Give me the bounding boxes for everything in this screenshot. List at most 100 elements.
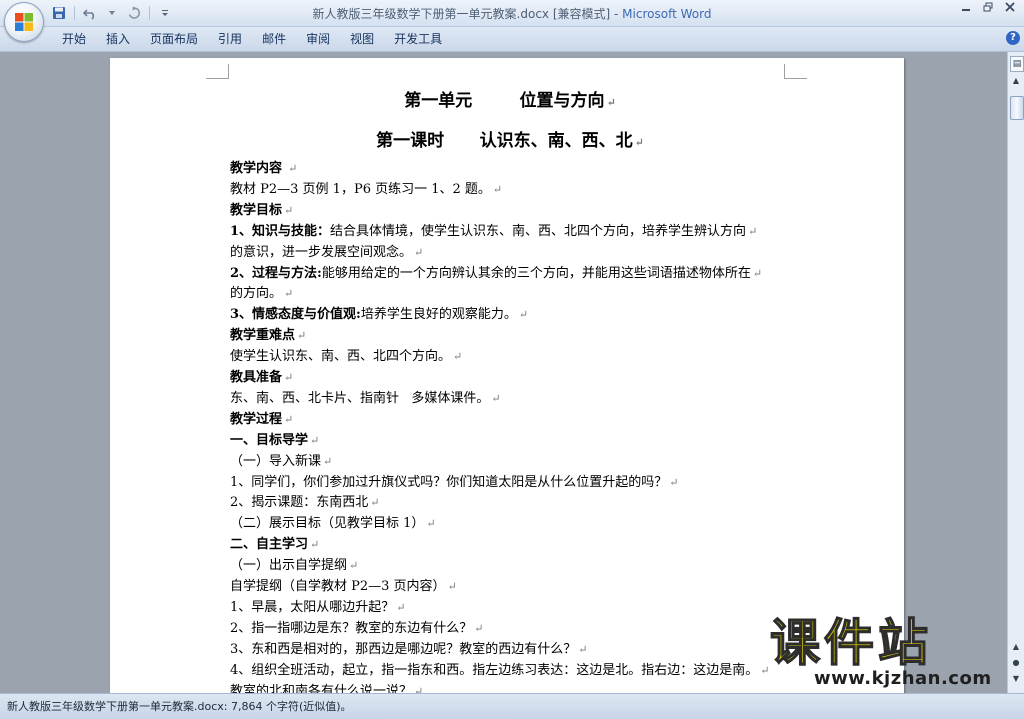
paragraph-mark-icon: ↵ — [606, 96, 616, 109]
scroll-thumb[interactable] — [1010, 96, 1024, 120]
line-heading: 一、目标导学 — [230, 432, 309, 448]
document-line: 1、早晨，太阳从哪边升起？ ↵ — [230, 598, 406, 618]
paragraph-mark-icon: ↵ — [284, 412, 294, 426]
document-line: 一、目标导学 ↵ — [230, 431, 319, 451]
toolbar-separator — [149, 6, 150, 20]
minimize-icon[interactable] — [958, 2, 974, 16]
paragraph-mark-icon: ↵ — [453, 350, 463, 364]
document-line: 4、组织全班活动，起立，指一指东和西。指左边练习表达：这边是北。指右边：这边是南… — [230, 661, 770, 681]
paragraph-mark-icon: ↵ — [370, 496, 380, 510]
paragraph-mark-icon: ↵ — [634, 136, 644, 149]
ribbon-tabs: 开始 插入 页面布局 引用 邮件 审阅 视图 开发工具 — [52, 27, 452, 51]
lesson-title: 第一课时 认识东、南、西、北 ↵ — [230, 126, 790, 151]
document-line: 教学目标 ↵ — [230, 201, 293, 221]
document-workspace[interactable]: 第一单元 位置与方向 ↵ 第一课时 认识东、南、西、北 ↵ 教学内容 ↵ 教材 P2—… — [0, 52, 1007, 693]
document-line: 教学重难点 ↵ — [230, 326, 306, 346]
paragraph-mark-icon: ↵ — [396, 600, 406, 614]
view-ruler-icon[interactable]: ▤ — [1010, 56, 1024, 72]
restore-icon[interactable] — [980, 2, 996, 16]
line-heading: 教学过程 — [230, 411, 283, 427]
line-heading: 1、知识与技能： — [230, 223, 331, 239]
paragraph-mark-icon: ↵ — [748, 224, 758, 238]
document-line: 教学过程 ↵ — [230, 410, 293, 430]
document-line: 1、知识与技能：结合具体情境，使学生认识东、南、西、北四个方向，培养学生辨认方向… — [230, 222, 757, 242]
next-page-icon[interactable]: ▼ — [1010, 674, 1022, 686]
paragraph-mark-icon: ↵ — [578, 642, 588, 656]
document-line: 1、同学们，你们参加过升旗仪式吗？你们知道太阳是从什么位置升起的吗？ ↵ — [230, 473, 679, 493]
undo-icon[interactable] — [81, 4, 99, 22]
vertical-scrollbar[interactable]: ▤ ▲ ▲ ● ▼ — [1007, 52, 1024, 693]
line-text: （一）出示自学提纲 — [230, 558, 348, 574]
crop-mark-top-right — [784, 64, 807, 79]
line-heading: 教学内容 — [230, 161, 283, 176]
document-page[interactable]: 第一单元 位置与方向 ↵ 第一课时 认识东、南、西、北 ↵ 教学内容 ↵ 教材 P2—… — [110, 58, 904, 693]
line-text: 2、揭示课题：东南西北 — [230, 495, 369, 511]
save-icon[interactable] — [50, 4, 68, 22]
document-line: 教室的北和南各有什么说一说？ ↵ — [230, 682, 423, 694]
ribbon: 开始 插入 页面布局 引用 邮件 审阅 视图 开发工具 ? — [0, 27, 1024, 52]
paragraph-mark-icon: ↵ — [518, 308, 529, 322]
paragraph-mark-icon: ↵ — [297, 329, 307, 343]
paragraph-mark-icon: ↵ — [492, 182, 503, 196]
paragraph-mark-icon: ↵ — [669, 475, 679, 489]
line-text: 4、组织全班活动，起立，指一指东和西。指左边练习表达：这边是北。指右边：这边是南… — [230, 662, 759, 678]
line-text: 1、同学们，你们参加过升旗仪式吗？你们知道太阳是从什么位置升起的吗？ — [230, 474, 668, 490]
paragraph-mark-icon: ↵ — [474, 621, 484, 635]
line-text: 3、东和西是相对的，那西边是哪边呢？教室的西边有什么？ — [230, 641, 577, 657]
previous-page-icon[interactable]: ▲ — [1010, 642, 1022, 654]
tab-page-layout[interactable]: 页面布局 — [140, 27, 208, 51]
scroll-up-icon[interactable]: ▲ — [1010, 74, 1022, 88]
office-button[interactable] — [4, 2, 44, 42]
document-line: 2、指一指哪边是东？教室的东边有什么？ ↵ — [230, 619, 484, 639]
line-heading: 二、自主学习 — [230, 537, 309, 553]
line-text: 培养学生良好的观察能力。 — [360, 307, 517, 323]
paragraph-mark-icon: ↵ — [491, 391, 501, 405]
line-text: 结合具体情境，使学生认识东、南、西、北四个方向，培养学生辨认方向 — [330, 223, 747, 239]
title-bar: 新人教版三年级数学下册第一单元教案.docx [兼容模式] - Microsof… — [0, 0, 1024, 27]
line-heading: 教学重难点 — [230, 328, 296, 344]
line-text: 2、指一指哪边是东？教室的东边有什么？ — [230, 620, 473, 636]
document-line: 2、过程与方法:能够用给定的一个方向辨认其余的三个方向，并能用这些词语描述物体所… — [230, 264, 762, 284]
document-line: （一）导入新课 ↵ — [230, 452, 332, 472]
document-line: （一）出示自学提纲 ↵ — [230, 556, 358, 576]
line-text: 的方向。 — [230, 286, 283, 302]
document-name: 新人教版三年级数学下册第一单元教案.docx [兼容模式] — [312, 7, 611, 21]
close-icon[interactable] — [1002, 2, 1018, 16]
line-text: （二）展示目标（见教学目标 1） — [230, 516, 425, 532]
paragraph-mark-icon: ↵ — [323, 454, 333, 468]
line-heading: 2、过程与方法: — [230, 265, 322, 281]
paragraph-mark-icon: ↵ — [760, 663, 770, 677]
window-controls — [958, 2, 1018, 16]
help-icon[interactable]: ? — [1006, 31, 1020, 45]
tab-home[interactable]: 开始 — [52, 27, 96, 51]
tab-review[interactable]: 审阅 — [296, 27, 340, 51]
document-line: 自学提纲（自学教材 P2—3 页内容） ↵ — [230, 577, 457, 597]
paragraph-mark-icon: ↵ — [349, 559, 359, 573]
document-line: 教学内容 ↵ — [230, 159, 297, 179]
redo-icon[interactable] — [125, 4, 143, 22]
paragraph-mark-icon: ↵ — [284, 287, 294, 301]
paragraph-mark-icon: ↵ — [284, 371, 294, 384]
lesson-title-text: 第一课时 认识东、南、西、北 — [376, 131, 633, 151]
status-text[interactable]: 新人教版三年级数学下册第一单元教案.docx: 7,864 个字符(近似值)。 — [7, 698, 352, 714]
line-heading: 3、情感态度与价值观: — [230, 307, 361, 323]
tab-developer[interactable]: 开发工具 — [384, 27, 452, 51]
line-text — [282, 161, 286, 176]
tab-references[interactable]: 引用 — [208, 27, 252, 51]
undo-dropdown-icon[interactable] — [103, 4, 121, 22]
line-text: 自学提纲（自学教材 P2—3 页内容） — [230, 579, 446, 594]
tab-mailings[interactable]: 邮件 — [252, 27, 296, 51]
document-line: 的意识，进一步发展空间观念。 ↵ — [230, 243, 423, 263]
paragraph-mark-icon: ↵ — [414, 245, 424, 259]
paragraph-mark-icon: ↵ — [752, 266, 763, 280]
paragraph-mark-icon: ↵ — [284, 203, 294, 217]
tab-insert[interactable]: 插入 — [96, 27, 140, 51]
document-line: 3、东和西是相对的，那西边是哪边呢？教室的西边有什么？ ↵ — [230, 640, 588, 660]
paragraph-mark-icon: ↵ — [310, 433, 320, 447]
app-name: Microsoft Word — [622, 7, 712, 21]
customize-toolbar-icon[interactable] — [156, 4, 174, 22]
tab-view[interactable]: 视图 — [340, 27, 384, 51]
line-text: 东、南、西、北卡片、指南针 多媒体课件。 — [230, 390, 490, 406]
browse-object-icon[interactable]: ● — [1010, 658, 1022, 670]
document-line: 二、自主学习 ↵ — [230, 535, 319, 555]
